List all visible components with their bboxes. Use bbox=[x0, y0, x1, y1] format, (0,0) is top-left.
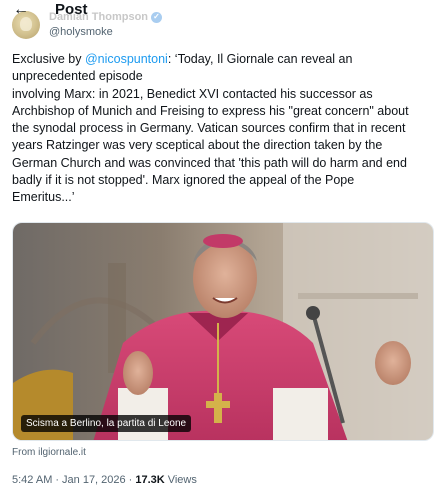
tweet-line: badly if it is not stopped'. Marx ignore… bbox=[12, 173, 355, 188]
photo-right-hand bbox=[375, 341, 411, 385]
meta-separator: · bbox=[55, 474, 60, 486]
author-handle[interactable]: @holysmoke bbox=[49, 26, 113, 38]
mention-link[interactable]: @nicospuntoni bbox=[85, 52, 168, 66]
views-count[interactable]: 17.3K bbox=[135, 474, 164, 486]
media-card[interactable]: Scisma a Berlino, la partita di Leone bbox=[12, 222, 434, 441]
post-meta: 5:42 AM · Jan 17, 2026 · 17.3K Views bbox=[12, 474, 197, 486]
tweet-text: Exclusive by @nicospuntoni: ‘Today, Il G… bbox=[12, 51, 437, 207]
tweet-line: Archbishop of Munich and Freising to exp… bbox=[12, 103, 409, 118]
tweet-line-text: : ‘Today, Il Giornale can reveal an bbox=[167, 52, 353, 66]
photo-left-hand bbox=[123, 351, 153, 395]
photo-cross-h bbox=[206, 401, 230, 408]
arrow-left-icon: ← bbox=[13, 1, 29, 18]
tweet-line: the synodal process in Germany. Vatican … bbox=[12, 121, 406, 136]
tweet-line: unprecedented episode bbox=[12, 69, 143, 84]
link-source[interactable]: From ilgiornale.it bbox=[12, 447, 86, 458]
tweet-line: involving Marx: in 2021, Benedict XVI co… bbox=[12, 86, 373, 101]
post-date[interactable]: Jan 17, 2026 bbox=[62, 474, 126, 486]
tweet-line: years Ratzinger was very sceptical about… bbox=[12, 138, 383, 153]
verified-badge-icon: ✓ bbox=[151, 11, 163, 23]
tweet-prefix: Exclusive by bbox=[12, 52, 85, 66]
photo-surplice-right bbox=[273, 388, 328, 440]
views-label: Views bbox=[167, 474, 197, 486]
meta-separator: · bbox=[128, 474, 133, 486]
article-photo bbox=[13, 223, 433, 440]
media-caption: Scisma a Berlino, la partita di Leone bbox=[21, 415, 192, 432]
back-button[interactable]: ← bbox=[10, 0, 32, 20]
post-time[interactable]: 5:42 AM bbox=[12, 474, 52, 486]
author-name[interactable]: Damian Thompson ✓ bbox=[49, 11, 163, 23]
photo-ornament bbox=[298, 293, 418, 299]
tweet-line: Emeritus...’ bbox=[12, 190, 75, 205]
photo-mic-head bbox=[306, 306, 320, 320]
photo-zucchetto bbox=[203, 234, 243, 248]
tweet-line: German Church and was convinced that 'th… bbox=[12, 155, 407, 170]
tweet-line: Exclusive by @nicospuntoni: ‘Today, Il G… bbox=[12, 51, 437, 68]
author-name-text: Damian Thompson bbox=[49, 11, 149, 23]
